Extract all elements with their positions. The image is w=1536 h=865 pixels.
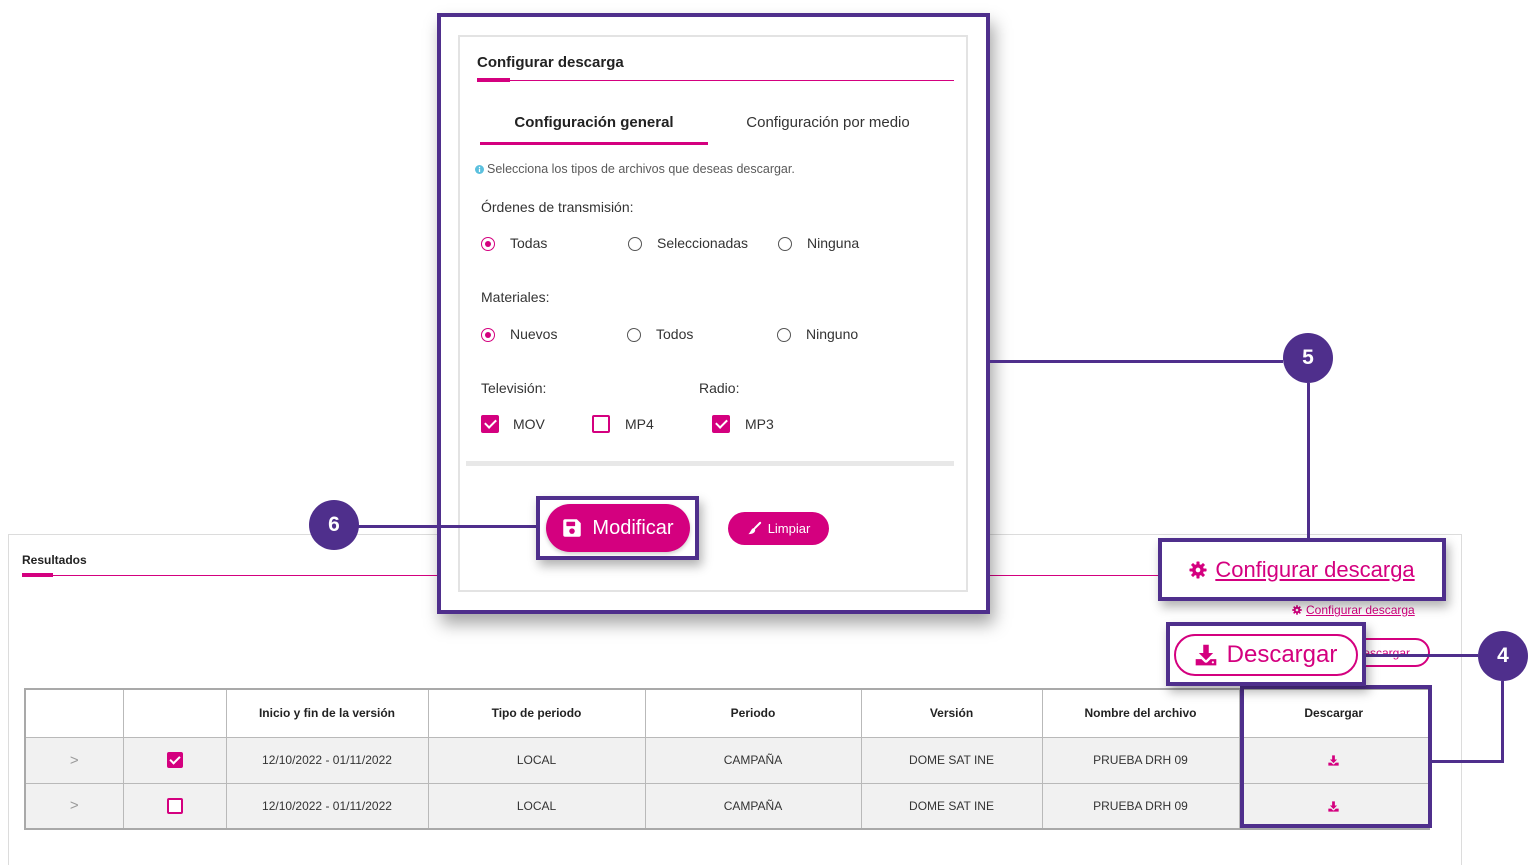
option-label: MP3 xyxy=(745,415,774,432)
expand-row-toggle[interactable]: > xyxy=(70,797,79,814)
option-label: Todos xyxy=(656,326,694,342)
period-type-cell: LOCAL xyxy=(427,782,646,830)
select-cell xyxy=(122,782,227,830)
callout-5-connector xyxy=(1307,383,1310,538)
results-table: Inicio y fin de la versión Tipo de perio… xyxy=(24,688,1430,830)
checkbox[interactable] xyxy=(712,415,730,433)
download-button-zoom-callout: Descargar xyxy=(1166,622,1366,686)
callout-badge-4: 4 xyxy=(1478,631,1528,681)
table-row: > 12/10/2022 - 01/11/2022 LOCAL CAMPAÑA … xyxy=(24,736,1430,784)
callout-badge-5: 5 xyxy=(1283,333,1333,383)
version-cell: DOME SAT INE xyxy=(860,782,1043,830)
table-row: > 12/10/2022 - 01/11/2022 LOCAL CAMPAÑA … xyxy=(24,782,1430,830)
period-cell: CAMPAÑA xyxy=(644,736,862,784)
radio-button[interactable] xyxy=(778,236,792,251)
download-zoom-label: Descargar xyxy=(1226,641,1338,668)
callout-5-connector xyxy=(990,360,1283,363)
configure-download-zoom-callout[interactable]: Configurar descarga xyxy=(1158,538,1446,601)
modify-button[interactable]: Modificar xyxy=(546,504,690,552)
radio-button[interactable] xyxy=(628,236,642,251)
option-label: Ninguna xyxy=(807,235,860,251)
option-label: Ninguno xyxy=(806,326,859,342)
option-label: MOV xyxy=(513,415,545,432)
download-button-zoomed[interactable]: Descargar xyxy=(1174,634,1358,676)
tab-general-configuration[interactable]: Configuración general xyxy=(480,111,708,145)
modal-title-underline xyxy=(477,80,954,81)
checkbox[interactable] xyxy=(592,415,610,433)
period-type-cell: LOCAL xyxy=(427,736,646,784)
version-cell: DOME SAT INE xyxy=(860,736,1043,784)
clear-button[interactable]: Limpiar xyxy=(728,512,829,545)
save-icon xyxy=(562,518,582,538)
expand-column-header xyxy=(24,688,124,738)
modal-title: Configurar descarga xyxy=(477,54,624,71)
option-label: Todas xyxy=(510,235,548,251)
radio-label: Radio: xyxy=(699,380,740,396)
callout-6-connector xyxy=(358,525,536,528)
file-name-cell: PRUEBA DRH 09 xyxy=(1041,782,1240,830)
television-option-mp4[interactable]: MP4 xyxy=(592,415,654,433)
table-header-row: Inicio y fin de la versión Tipo de perio… xyxy=(24,688,1430,738)
callout-4-connector xyxy=(1501,681,1504,763)
select-column-header xyxy=(122,688,227,738)
brush-icon xyxy=(747,521,762,536)
radio-button[interactable] xyxy=(481,236,495,251)
column-header-file-name: Nombre del archivo xyxy=(1041,688,1240,738)
modal-divider xyxy=(466,461,954,466)
download-column-highlight xyxy=(1240,685,1432,828)
checkbox[interactable] xyxy=(481,415,499,433)
dates-cell: 12/10/2022 - 01/11/2022 xyxy=(225,736,429,784)
option-label: Nuevos xyxy=(510,326,558,342)
expand-cell: > xyxy=(24,736,124,784)
callout-4-connector xyxy=(1430,760,1504,763)
info-text: Selecciona los tipos de archivos que des… xyxy=(487,162,795,176)
period-cell: CAMPAÑA xyxy=(644,782,862,830)
clear-button-label: Limpiar xyxy=(767,521,811,536)
configure-download-link[interactable]: Configurar descarga xyxy=(1292,603,1415,617)
modal-title-underline-accent xyxy=(477,78,510,82)
materials-option-none[interactable]: Ninguno xyxy=(777,326,858,343)
option-label: Seleccionadas xyxy=(657,235,749,251)
gear-icon xyxy=(1292,605,1302,615)
column-header-period-type: Tipo de periodo xyxy=(427,688,646,738)
tab-configuration-by-medium[interactable]: Configuración por medio xyxy=(708,111,948,145)
info-icon xyxy=(475,165,484,174)
select-cell xyxy=(122,736,227,784)
option-label: MP4 xyxy=(625,415,654,432)
gear-icon xyxy=(1189,560,1207,579)
callout-4-connector xyxy=(1366,654,1478,657)
column-header-period: Periodo xyxy=(644,688,862,738)
television-option-mov[interactable]: MOV xyxy=(481,415,545,433)
expand-row-toggle[interactable]: > xyxy=(70,752,79,769)
orders-option-all[interactable]: Todas xyxy=(481,235,547,252)
orders-option-none[interactable]: Ninguna xyxy=(778,235,859,252)
download-icon xyxy=(1195,644,1217,666)
materials-option-new[interactable]: Nuevos xyxy=(481,326,557,343)
results-title-underline-accent xyxy=(22,573,53,577)
orders-option-selected[interactable]: Seleccionadas xyxy=(628,235,748,252)
materials-option-all[interactable]: Todos xyxy=(627,326,693,343)
configure-download-zoom-label: Configurar descarga xyxy=(1215,556,1415,582)
modify-button-label: Modificar xyxy=(592,517,674,539)
column-header-dates: Inicio y fin de la versión xyxy=(225,688,429,738)
radio-button[interactable] xyxy=(481,327,495,342)
row-select-checkbox[interactable] xyxy=(166,797,183,814)
info-message: Selecciona los tipos de archivos que des… xyxy=(475,162,795,177)
radio-button[interactable] xyxy=(777,327,791,342)
materials-label: Materiales: xyxy=(481,289,550,305)
column-header-version: Versión xyxy=(860,688,1043,738)
file-name-cell: PRUEBA DRH 09 xyxy=(1041,736,1240,784)
expand-cell: > xyxy=(24,782,124,830)
results-title: Resultados xyxy=(22,553,87,567)
callout-badge-6: 6 xyxy=(309,500,359,550)
television-label: Televisión: xyxy=(481,380,547,396)
row-select-checkbox[interactable] xyxy=(166,752,183,768)
dates-cell: 12/10/2022 - 01/11/2022 xyxy=(225,782,429,830)
radio-option-mp3[interactable]: MP3 xyxy=(712,415,774,433)
configure-download-label: Configurar descarga xyxy=(1306,603,1415,617)
modify-button-zoom-callout: Modificar xyxy=(536,496,699,560)
orders-label: Órdenes de transmisión: xyxy=(481,199,634,215)
radio-button[interactable] xyxy=(627,327,641,342)
